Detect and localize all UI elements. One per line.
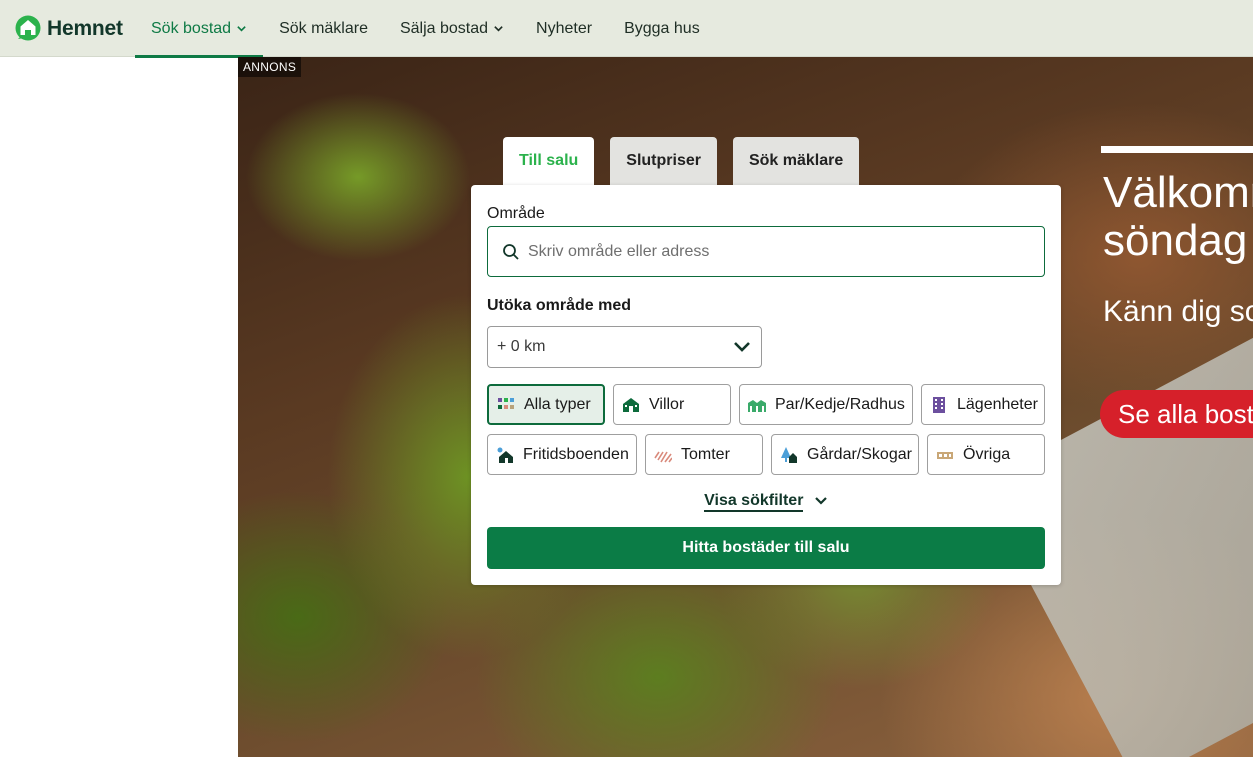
- tab-till-salu[interactable]: Till salu: [503, 137, 595, 185]
- area-label: Område: [487, 205, 545, 222]
- tab-slutpriser[interactable]: Slutpriser: [610, 137, 717, 185]
- nav-item-sok-bostad[interactable]: Sök bostad: [135, 0, 264, 58]
- area-search-input[interactable]: [528, 242, 1028, 261]
- ad-title: Välkommn söndag 2: [1103, 169, 1253, 265]
- expand-area-select[interactable]: + 0 km: [487, 326, 762, 368]
- type-chip-label: Gårdar/Skogar: [807, 445, 912, 463]
- chevron-down-icon: [237, 26, 246, 32]
- find-homes-button[interactable]: Hitta bostäder till salu: [487, 527, 1045, 569]
- type-chip-alla-typer[interactable]: Alla typer: [487, 384, 605, 425]
- search-tabs: Till salu Slutpriser Sök mäklare: [503, 137, 875, 185]
- type-chip-gardar-skogar[interactable]: Gårdar/Skogar: [771, 434, 919, 475]
- type-chip-ovriga[interactable]: Övriga: [927, 434, 1045, 475]
- type-chip-fritidsboenden[interactable]: Fritidsboenden: [487, 434, 637, 475]
- tab-sok-maklare[interactable]: Sök mäklare: [732, 137, 860, 185]
- search-panel: Område Utöka område med + 0 km Alla type…: [471, 185, 1061, 585]
- nav-item-bygga-hus[interactable]: Bygga hus: [608, 0, 716, 57]
- expand-area-value: + 0 km: [497, 338, 546, 355]
- nav-item-salja-bostad[interactable]: Sälja bostad: [384, 0, 520, 57]
- nav-item-nyheter[interactable]: Nyheter: [520, 0, 608, 57]
- apartment-building-icon: [933, 396, 945, 413]
- type-chip-label: Alla typer: [524, 395, 591, 413]
- type-chip-villor[interactable]: Villor: [613, 384, 731, 425]
- nav-item-label: Bygga hus: [624, 19, 700, 37]
- plot-icon: [654, 451, 672, 462]
- brand-name: Hemnet: [47, 17, 123, 40]
- ad-title-line-2: söndag 2: [1103, 216, 1253, 265]
- search-icon: [503, 243, 519, 260]
- type-chip-label: Villor: [649, 395, 685, 413]
- main-nav: Sök bostad Sök mäklare Sälja bostad Nyhe…: [135, 0, 716, 58]
- type-chip-label: Lägenheter: [957, 395, 1038, 413]
- type-chip-label: Övriga: [963, 445, 1011, 463]
- house-icon: [623, 397, 639, 412]
- row-house-icon: [748, 399, 766, 412]
- property-type-chips: Alla typer Villor Par/Kedje/Radhus Lägen…: [487, 384, 1045, 484]
- nav-item-label: Nyheter: [536, 19, 593, 37]
- ad-badge: ANNONS: [238, 57, 302, 77]
- ad-title-line-1: Välkommn: [1103, 168, 1253, 217]
- nav-item-label: Sälja bostad: [399, 19, 489, 37]
- hemnet-logo-icon: [15, 15, 41, 41]
- ad-subtitle: Känn dig so: [1103, 295, 1253, 328]
- other-icon: [937, 451, 953, 459]
- chevron-down-icon: [494, 26, 503, 32]
- area-search-field[interactable]: [487, 226, 1045, 277]
- expand-area-label: Utöka område med: [487, 297, 632, 314]
- hemnet-logo[interactable]: Hemnet: [13, 14, 123, 44]
- holiday-house-icon: [497, 447, 513, 463]
- type-chip-label: Par/Kedje/Radhus: [775, 395, 905, 413]
- type-chip-label: Tomter: [681, 445, 730, 463]
- type-chip-lagenheter[interactable]: Lägenheter: [921, 384, 1045, 425]
- chevron-down-icon: [815, 496, 827, 505]
- show-filters-link[interactable]: Visa sökfilter: [471, 492, 1061, 512]
- type-chip-label: Fritidsboenden: [523, 445, 629, 463]
- show-filters-label: Visa sökfilter: [704, 492, 804, 512]
- type-chip-par-kedje-radhus[interactable]: Par/Kedje/Radhus: [739, 384, 913, 425]
- top-navigation-bar: Hemnet Sök bostad Sök mäklare Sälja bost…: [0, 0, 1253, 58]
- farm-forest-icon: [781, 446, 797, 463]
- nav-item-label: Sök bostad: [151, 19, 232, 37]
- ad-divider: [1101, 146, 1253, 153]
- nav-item-sok-maklare[interactable]: Sök mäklare: [263, 0, 384, 57]
- type-chip-tomter[interactable]: Tomter: [645, 434, 763, 475]
- grid-icon: [498, 397, 514, 409]
- ad-cta-button[interactable]: Se alla bostä: [1100, 390, 1253, 438]
- nav-item-label: Sök mäklare: [279, 19, 368, 37]
- chevron-down-icon: [734, 342, 750, 352]
